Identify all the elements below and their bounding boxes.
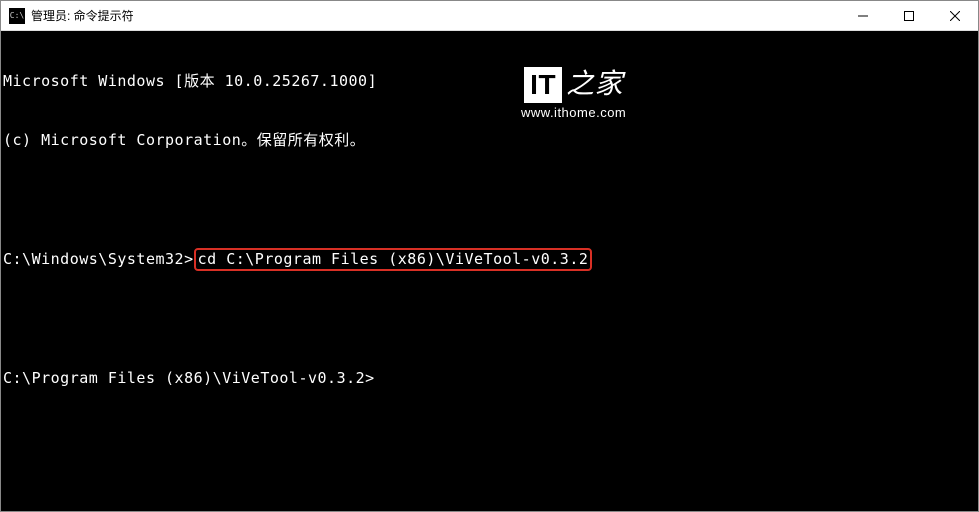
prompt-2: C:\Program Files (x86)\ViVeTool-v0.3.2> — [3, 369, 375, 387]
watermark-it-badge: IT — [524, 67, 562, 103]
command-prompt-window: C:\ 管理员: 命令提示符 Microsoft Windows [版本 10.… — [0, 0, 979, 512]
highlighted-command: cd C:\Program Files (x86)\ViVeTool-v0.3.… — [194, 248, 593, 272]
command-line-1: C:\Windows\System32>cd C:\Program Files … — [3, 248, 976, 272]
watermark-url: www.ithome.com — [521, 105, 626, 122]
maximize-button[interactable] — [886, 1, 932, 30]
watermark-text: 之家 — [566, 67, 623, 103]
version-line: Microsoft Windows [版本 10.0.25267.1000] — [3, 72, 976, 92]
command-line-2: C:\Program Files (x86)\ViVeTool-v0.3.2> — [3, 369, 976, 389]
prompt-1: C:\Windows\System32> — [3, 250, 194, 268]
window-title: 管理员: 命令提示符 — [31, 7, 840, 24]
minimize-button[interactable] — [840, 1, 886, 30]
close-button[interactable] — [932, 1, 978, 30]
app-icon: C:\ — [9, 8, 25, 24]
blank-line — [3, 189, 976, 209]
watermark-logo: IT 之家 — [524, 67, 623, 103]
terminal-area[interactable]: Microsoft Windows [版本 10.0.25267.1000] (… — [1, 31, 978, 511]
watermark: IT 之家 www.ithome.com — [521, 67, 626, 122]
copyright-line: (c) Microsoft Corporation。保留所有权利。 — [3, 131, 976, 151]
window-controls — [840, 1, 978, 30]
blank-line-2 — [3, 310, 976, 330]
titlebar[interactable]: C:\ 管理员: 命令提示符 — [1, 1, 978, 31]
